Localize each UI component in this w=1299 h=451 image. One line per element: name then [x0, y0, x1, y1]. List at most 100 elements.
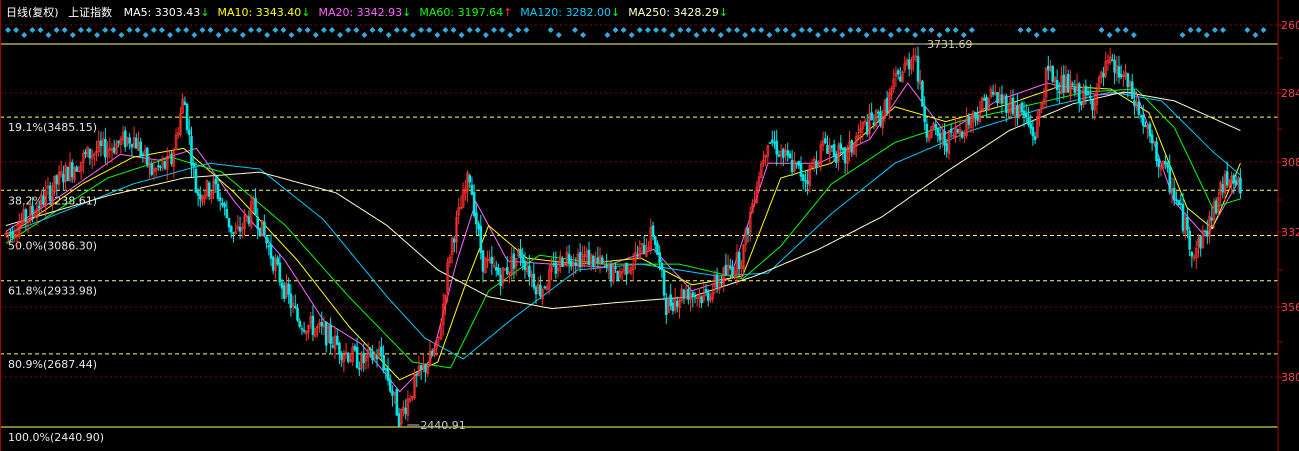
high-label: 3731.69: [927, 38, 973, 51]
candle-body: [636, 254, 639, 257]
candle-body: [238, 226, 242, 232]
candle-body: [1033, 136, 1037, 141]
candle-body: [170, 153, 173, 164]
candle-body: [658, 252, 661, 263]
candle-body: [521, 256, 525, 263]
index-name: 上证指数: [68, 5, 112, 19]
candle-body: [1133, 100, 1136, 106]
candle-body: [196, 191, 200, 196]
candle-body: [731, 267, 734, 275]
candle-body: [194, 168, 198, 193]
candle-body: [605, 263, 608, 268]
candle-body: [338, 342, 341, 355]
candle-body: [938, 133, 942, 141]
candle-body: [163, 161, 167, 169]
indicator-header: 日线(复权) 上证指数 MA5: 3303.43↓ MA10: 3343.40↓ M…: [6, 5, 728, 19]
candle-body: [130, 143, 134, 148]
candle-body: [1005, 95, 1008, 114]
candle-body: [832, 144, 836, 157]
candle-body: [214, 178, 218, 185]
candle-body: [1234, 180, 1238, 186]
candle-body: [788, 153, 792, 159]
candle-body: [371, 351, 374, 361]
candle-body: [300, 328, 304, 330]
candle-body: [554, 262, 558, 274]
candle-body: [1119, 74, 1123, 78]
candle-body: [123, 130, 127, 148]
axis-tick-label: 332: [1281, 226, 1299, 239]
candle-body: [99, 140, 103, 147]
candle-body: [1148, 123, 1152, 137]
candle-body: [704, 289, 708, 293]
candle-body: [896, 70, 900, 75]
candle-body: [88, 148, 92, 159]
candle-body: [70, 162, 74, 178]
candle-body: [11, 231, 14, 239]
candle-body: [1203, 230, 1207, 233]
candle-body: [660, 262, 664, 270]
candle-body: [468, 175, 472, 183]
candle-body: [676, 300, 679, 307]
axis-tick-label: 356: [1281, 301, 1299, 314]
candle-body: [254, 197, 257, 216]
candle-body: [528, 265, 531, 278]
candle-body: [870, 112, 873, 121]
candle-body: [190, 136, 193, 166]
candle-body: [1144, 124, 1147, 127]
candle-body: [737, 252, 741, 270]
candle-body: [159, 166, 162, 168]
candle-body: [324, 321, 328, 346]
indicator-arrow: ↑: [503, 6, 512, 19]
candle-body: [490, 256, 494, 264]
candle-body: [282, 285, 286, 299]
candle-body: [391, 390, 394, 396]
candle-body: [452, 238, 456, 243]
candle-body: [499, 274, 502, 286]
candle-body: [187, 129, 191, 135]
candle-body: [24, 209, 28, 222]
candle-body: [1141, 115, 1145, 126]
candle-body: [693, 295, 697, 298]
candle-body: [395, 389, 399, 416]
candle-body: [278, 262, 282, 283]
axis-tick-label: 308: [1281, 156, 1299, 169]
candle-body: [1164, 161, 1167, 165]
candle-body: [183, 101, 187, 106]
candle-body: [936, 128, 940, 136]
candle-body: [280, 282, 284, 289]
candle-body: [865, 121, 869, 135]
candle-body: [1080, 102, 1083, 106]
candle-body: [664, 297, 668, 315]
candle-body: [773, 141, 776, 144]
candle-body: [112, 147, 116, 153]
candle-body: [974, 112, 977, 117]
candle-body: [1102, 72, 1105, 78]
candle-body: [534, 286, 538, 295]
indicator-arrow: ↓: [719, 6, 728, 19]
candle-body: [221, 202, 224, 206]
candle-body: [481, 250, 485, 272]
candle-body: [1232, 175, 1236, 184]
candle-body: [55, 175, 59, 185]
indicator-arrow: ↓: [200, 6, 209, 19]
candle-body: [662, 269, 666, 296]
candle-body: [353, 345, 357, 351]
candle-body: [804, 179, 807, 182]
axis-tick-label: 284: [1281, 87, 1299, 100]
candle-body: [815, 160, 818, 168]
candle-body: [424, 364, 427, 373]
candle-body: [567, 253, 571, 263]
candle-body: [512, 253, 516, 269]
candle-body: [1225, 171, 1229, 186]
candle-body: [925, 123, 929, 138]
candle-body: [967, 116, 971, 125]
candle-body: [104, 139, 107, 158]
candle-body: [232, 232, 235, 234]
kline-chart[interactable]: 日线(复权) 上证指数 MA5: 3303.43↓ MA10: 3343.40↓ M…: [0, 0, 1299, 451]
candle-body: [1084, 85, 1088, 96]
candle-body: [985, 97, 988, 111]
candle-body: [218, 197, 222, 201]
candle-body: [346, 352, 350, 362]
candle-body: [227, 218, 231, 228]
candle-body: [523, 260, 527, 270]
